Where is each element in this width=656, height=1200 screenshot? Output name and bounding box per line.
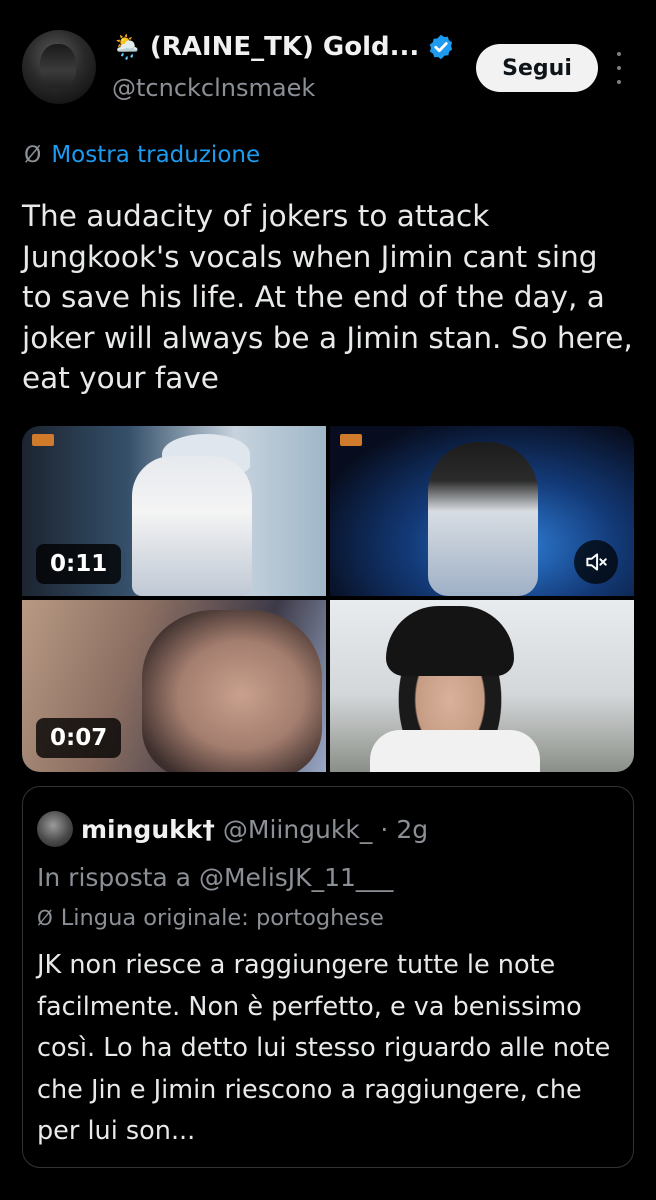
author-handle[interactable]: @tcnckclnsmaek <box>112 74 315 102</box>
media-video-3[interactable]: 0:07 <box>22 600 326 772</box>
quoted-timestamp: 2g <box>396 814 429 844</box>
video-duration: 0:07 <box>36 718 122 758</box>
video-1-frame-figure <box>132 456 252 596</box>
author-display-name[interactable]: (RAINE_TK) Gold... <box>150 32 419 62</box>
original-language-row: Ø Lingua originale: portoghese <box>37 905 384 931</box>
quoted-author-avatar[interactable] <box>37 811 73 847</box>
separator-dot: · <box>380 814 389 844</box>
media-video-2[interactable] <box>330 426 634 596</box>
video-3-frame-face <box>142 610 322 772</box>
quoted-tweet-text: JK non riesce a raggiungere tutte le not… <box>37 950 611 1146</box>
author-avatar[interactable] <box>22 30 96 104</box>
avatar-photo <box>40 44 76 88</box>
media-video-1[interactable]: 0:11 <box>22 426 326 596</box>
verified-icon <box>430 34 453 60</box>
channel-logo <box>32 434 54 446</box>
original-language-label: Lingua originale: portoghese <box>60 905 384 931</box>
quoted-tweet-header: mingukk† @Miingukk_ · 2g <box>37 811 428 847</box>
more-options-icon[interactable] <box>612 52 626 84</box>
show-translation-link[interactable]: Mostra traduzione <box>51 142 260 168</box>
quoted-author-handle[interactable]: @Miingukk_ <box>223 815 372 844</box>
weather-icon: 🌦️ <box>112 33 142 61</box>
translate-icon: Ø <box>24 142 42 168</box>
quoted-author-name[interactable]: mingukk† <box>81 815 215 844</box>
media-image-4[interactable] <box>330 600 634 772</box>
tweet-text: The audacity of jokers to attack Jungkoo… <box>22 199 633 395</box>
quoted-tweet[interactable]: mingukk† @Miingukk_ · 2g In risposta a @… <box>22 786 634 1168</box>
mute-button[interactable] <box>574 540 618 584</box>
video-2-frame-figure <box>428 442 538 596</box>
image-4-shirt <box>370 730 540 772</box>
reply-to-label[interactable]: In risposta a @MelisJK_11___ <box>37 863 393 892</box>
author-name-row[interactable]: 🌦️ (RAINE_TK) Gold... <box>112 30 455 64</box>
channel-logo <box>340 434 362 446</box>
translate-icon: Ø <box>37 906 53 930</box>
follow-button[interactable]: Segui <box>476 44 598 92</box>
image-4-hair <box>386 606 514 676</box>
tweet-detail: 🌦️ (RAINE_TK) Gold... @tcnckclnsmaek Seg… <box>0 0 656 1200</box>
media-grid: 0:11 0:07 <box>22 426 634 772</box>
video-duration: 0:11 <box>36 544 122 584</box>
mute-icon <box>586 553 607 571</box>
show-translation[interactable]: Ø Mostra traduzione <box>24 142 260 168</box>
